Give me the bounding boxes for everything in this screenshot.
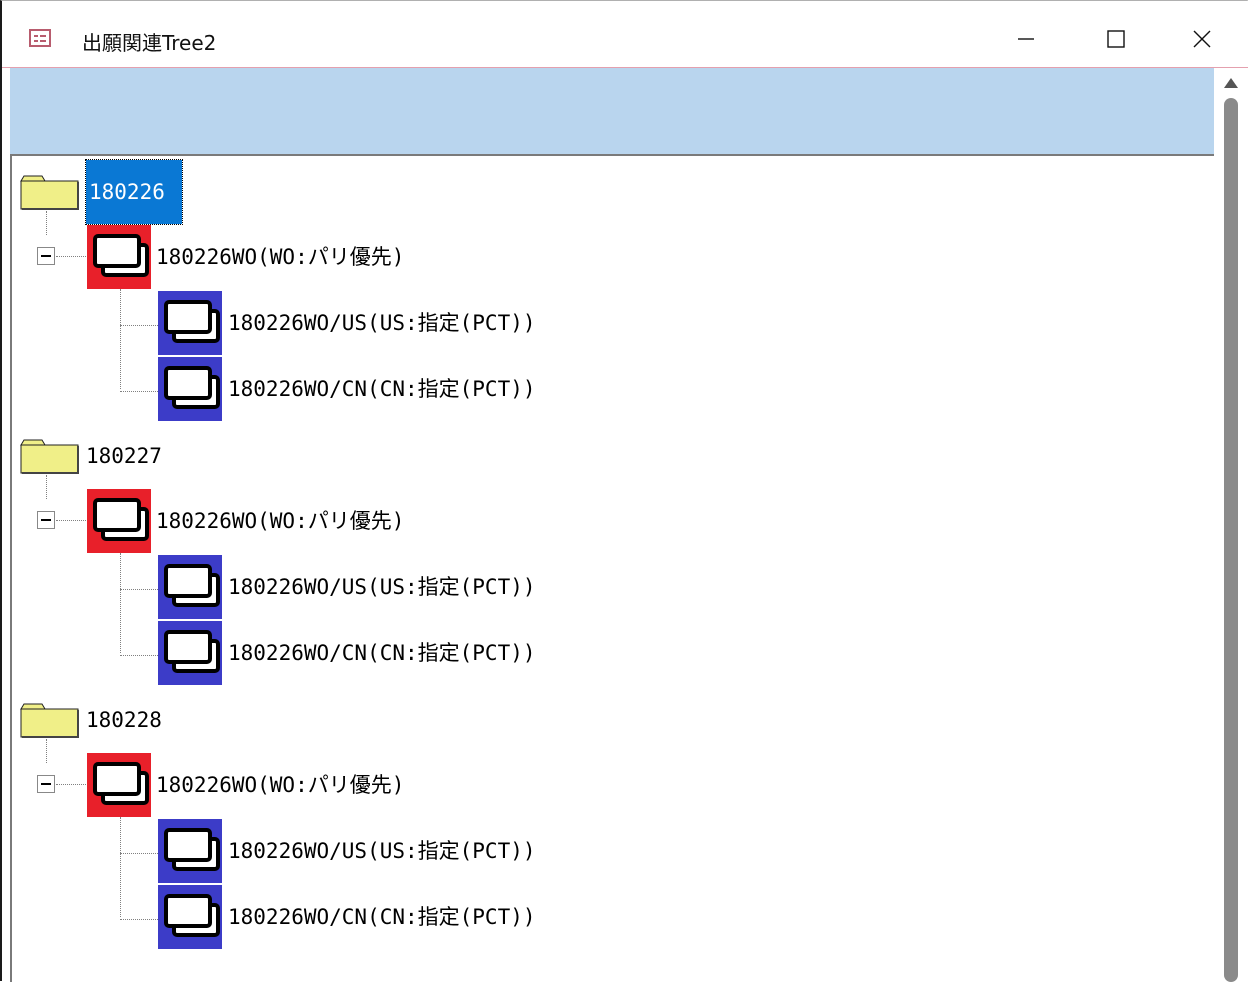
tree-node-child[interactable]: 180226WO/CN(CN:指定(PCT)) [228,638,536,668]
tree-connector [120,391,158,392]
tree-connector [120,289,121,389]
tree-connector [56,784,86,785]
tree-connector [120,817,121,917]
tree-node-child[interactable]: 180226WO/CN(CN:指定(PCT)) [228,902,536,932]
minimize-button[interactable] [1004,21,1048,57]
folder-icon [20,173,80,211]
tree-node-root[interactable]: 180226 [85,159,183,225]
tree-connector [56,520,86,521]
tree-node-root[interactable]: 180228 [86,705,162,735]
tree-view[interactable]: 180226 180226WO(WO:パリ優先) 180226WO/US(US:指定… [10,154,1214,982]
form-child-icon [158,357,222,421]
tree-node-child[interactable]: 180226WO/US(US:指定(PCT)) [228,836,536,866]
tree-node-child[interactable]: 180226WO/US(US:指定(PCT)) [228,308,536,338]
form-parent-icon [87,225,151,289]
form-parent-icon [87,753,151,817]
tree-connector [120,919,158,920]
form-child-icon [158,819,222,883]
tree-node-parent[interactable]: 180226WO(WO:パリ優先) [156,242,404,272]
tree-connector [120,589,158,590]
tree-connector [120,553,121,653]
tree-node-root[interactable]: 180227 [86,441,162,471]
maximize-button[interactable] [1094,21,1138,57]
tree-node-child[interactable]: 180226WO/CN(CN:指定(PCT)) [228,374,536,404]
close-icon [1193,30,1211,48]
scroll-up-icon[interactable] [1224,78,1238,88]
form-child-icon [158,291,222,355]
form-parent-icon [87,489,151,553]
title-bar[interactable]: 出願関連Tree2 [2,1,1248,68]
tree-connector [120,853,158,854]
tree-connector [46,739,47,763]
collapse-toggle[interactable] [37,775,55,793]
collapse-toggle[interactable] [37,247,55,265]
window-title: 出願関連Tree2 [82,31,217,55]
minimize-icon [1018,38,1034,40]
scroll-thumb[interactable] [1224,98,1238,982]
tree-node-child[interactable]: 180226WO/US(US:指定(PCT)) [228,572,536,602]
tree-node-parent[interactable]: 180226WO(WO:パリ優先) [156,506,404,536]
tree-connector [56,256,86,257]
form-icon [29,29,51,47]
close-button[interactable] [1180,21,1224,57]
form-child-icon [158,555,222,619]
tree-connector [120,325,158,326]
collapse-toggle[interactable] [37,511,55,529]
application-window: 出願関連Tree2 180226 180226WO(WO:パリ優先) 180226W… [0,0,1248,982]
tree-connector [120,655,158,656]
vertical-scrollbar[interactable] [1214,68,1248,982]
form-child-icon [158,621,222,685]
form-header [10,68,1214,154]
folder-icon [20,437,80,475]
form-child-icon [158,885,222,949]
folder-icon [20,701,80,739]
tree-connector [46,475,47,499]
maximize-icon [1107,30,1125,48]
tree-node-parent[interactable]: 180226WO(WO:パリ優先) [156,770,404,800]
tree-connector [46,211,47,235]
